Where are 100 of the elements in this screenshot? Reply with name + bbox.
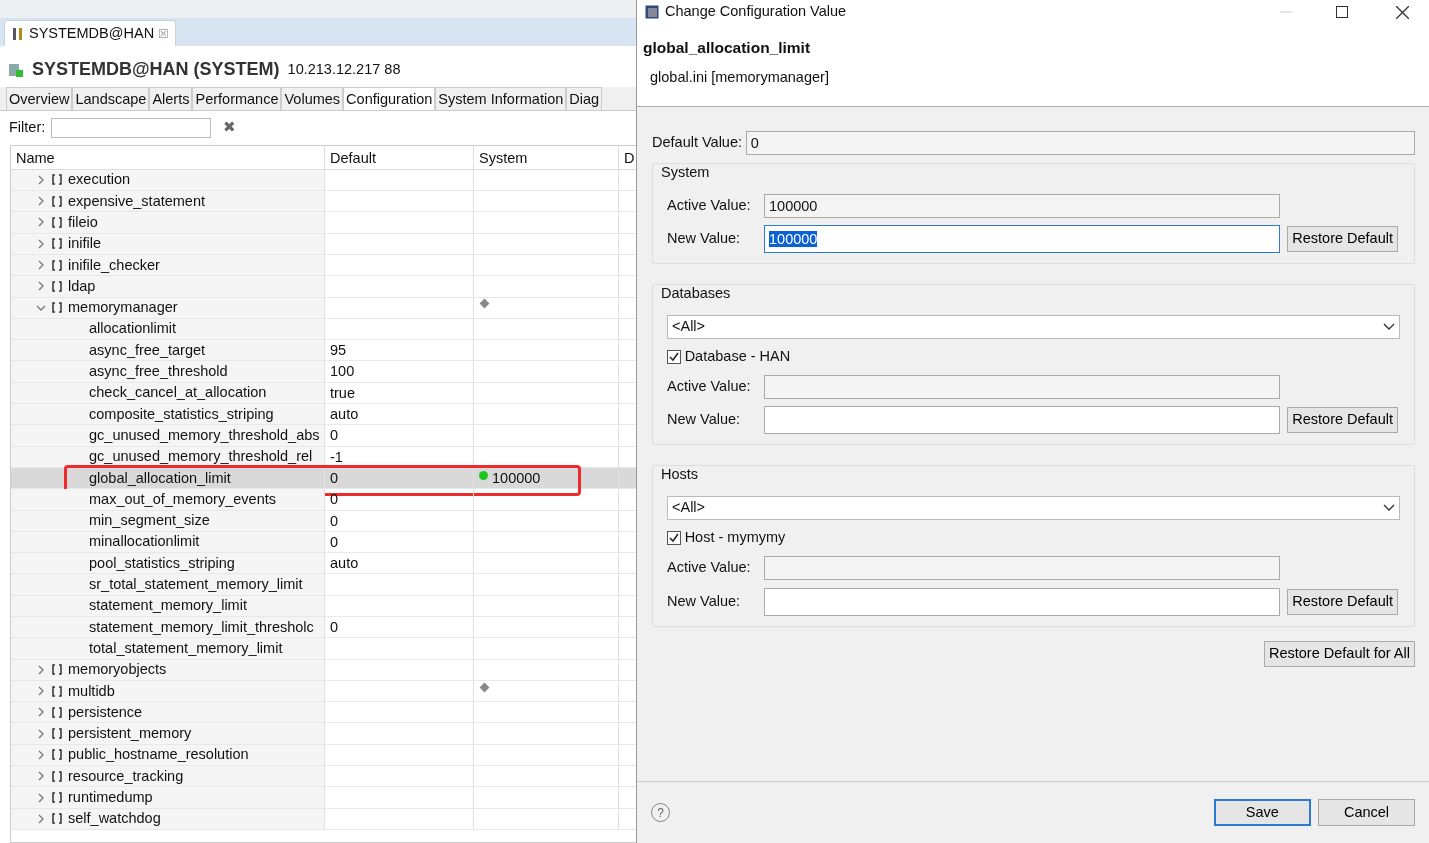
default-value: 100 <box>330 363 355 380</box>
section-name: resource_tracking <box>68 766 184 786</box>
dialog-title: Change Configuration Value <box>665 2 847 22</box>
chevron-right-icon[interactable] <box>36 792 46 803</box>
chevron-right-icon[interactable] <box>36 707 46 718</box>
tab[interactable]: Overview <box>6 87 73 110</box>
maximize-icon <box>1336 6 1348 18</box>
dropdown[interactable]: <All> <box>667 496 1400 520</box>
section-name: runtimedump <box>68 788 153 807</box>
chevron-right-icon[interactable] <box>36 664 46 675</box>
file-section: global.ini [memorymanager] <box>650 67 1423 89</box>
field-label: Default Value: <box>652 133 742 153</box>
checkbox[interactable] <box>667 349 681 364</box>
parameter-name: min_segment_size <box>89 511 210 531</box>
bracket-icon <box>52 792 62 803</box>
filter-label: Filter: <box>9 118 46 137</box>
field-label: Active Value: <box>667 558 752 578</box>
section-name: persistent_memory <box>68 724 192 744</box>
editor-tab[interactable]: SYSTEMDB@HAN ☒ <box>4 20 177 46</box>
parameter-name: allocationlimit <box>89 319 177 339</box>
column-header[interactable]: Default <box>325 145 474 169</box>
chevron-right-icon[interactable] <box>36 771 46 782</box>
column-header[interactable]: System <box>474 145 619 169</box>
parameter-name: gc_unused_memory_threshold_rel <box>89 447 313 467</box>
new-value-field[interactable] <box>764 406 1280 435</box>
system-value: 100000 <box>492 468 541 488</box>
tools-icon <box>11 26 25 41</box>
new-value-field[interactable]: 100000 <box>764 225 1280 253</box>
parameter-name: pool_statistics_striping <box>89 553 235 573</box>
restore-all-button[interactable]: Restore Default for All <box>1263 641 1415 667</box>
section-name: inifile_checker <box>68 255 160 275</box>
section-name: self_watchdog <box>68 809 161 829</box>
section-name: memorymanager <box>68 298 178 318</box>
system-title: SYSTEMDB@HAN (SYSTEM) <box>32 58 280 81</box>
section-name: execution <box>68 170 131 190</box>
tab[interactable]: Alerts <box>149 87 193 110</box>
field-label: New Value: <box>667 591 742 611</box>
chevron-right-icon[interactable] <box>36 260 46 271</box>
chevron-right-icon[interactable] <box>36 174 46 185</box>
chevron-right-icon[interactable] <box>36 281 46 292</box>
default-value: 0 <box>330 427 339 444</box>
default-value: 0 <box>330 619 339 635</box>
bracket-icon <box>52 195 62 207</box>
tab[interactable]: Landscape <box>72 87 150 110</box>
default-value: 0 <box>330 491 339 508</box>
restore-default-button[interactable]: Restore Default <box>1287 407 1398 434</box>
field-label: New Value: <box>667 229 742 249</box>
bracket-icon <box>52 280 62 292</box>
parameter-title: global_allocation_limit <box>643 38 812 58</box>
parameter-name: minallocationlimit <box>89 532 200 552</box>
parameter-name: total_statement_memory_limit <box>89 638 283 658</box>
new-value-field[interactable] <box>764 587 1280 616</box>
default-value: -1 <box>330 448 343 465</box>
default-value: 0 <box>330 469 339 486</box>
parameter-name: composite_statistics_striping <box>89 404 274 424</box>
bracket-icon <box>52 664 62 676</box>
bracket-icon <box>52 813 62 825</box>
tab[interactable]: System Information <box>435 87 567 110</box>
chevron-right-icon[interactable] <box>36 196 46 207</box>
group-title: Databases <box>661 284 732 303</box>
tab[interactable]: Diag <box>566 87 603 110</box>
bracket-icon <box>52 728 62 740</box>
default-value: true <box>330 384 355 401</box>
tab[interactable]: Configuration <box>343 87 436 110</box>
chevron-right-icon[interactable] <box>36 813 46 824</box>
caret-icon <box>1383 504 1395 512</box>
default-value: auto <box>330 555 359 572</box>
checkbox[interactable] <box>667 531 681 546</box>
tab[interactable]: Volumes <box>281 87 344 110</box>
chevron-right-icon[interactable] <box>36 686 46 696</box>
restore-default-button[interactable]: Restore Default <box>1287 588 1398 615</box>
host-address: 10.213.12.217 88 <box>287 59 401 79</box>
column-header[interactable]: Name <box>11 145 325 169</box>
parameter-name: global_allocation_limit <box>89 468 231 488</box>
active-value-field: 100000 <box>764 193 1280 218</box>
parameter-name: async_free_threshold <box>89 362 228 382</box>
bracket-icon <box>52 217 62 228</box>
chevron-right-icon[interactable] <box>36 728 46 739</box>
chevron-right-icon[interactable] <box>36 749 46 760</box>
field-label: Active Value: <box>667 377 752 397</box>
section-name: persistence <box>68 702 143 722</box>
chevron-right-icon[interactable] <box>36 217 46 228</box>
field-label: Active Value: <box>667 195 752 215</box>
section-name: public_hostname_resolution <box>68 745 249 765</box>
bracket-icon <box>52 238 62 250</box>
default-value: auto <box>330 406 359 422</box>
chevron-right-icon[interactable] <box>36 238 46 249</box>
group-title: System <box>661 163 711 182</box>
cancel-button[interactable]: Cancel <box>1318 799 1415 826</box>
bracket-icon <box>52 174 62 186</box>
parameter-name: max_out_of_memory_events <box>89 489 276 509</box>
save-button[interactable]: Save <box>1213 799 1311 826</box>
restore-default-button[interactable]: Restore Default <box>1287 226 1398 252</box>
tab[interactable]: Performance <box>192 87 282 110</box>
dropdown[interactable]: <All> <box>667 314 1400 339</box>
clear-icon[interactable]: ✖ <box>223 117 237 139</box>
filter-field[interactable] <box>51 117 212 138</box>
parameter-name: statement_memory_limit_thresholc <box>89 617 314 637</box>
window-icon <box>645 5 659 19</box>
database-icon <box>8 61 24 78</box>
